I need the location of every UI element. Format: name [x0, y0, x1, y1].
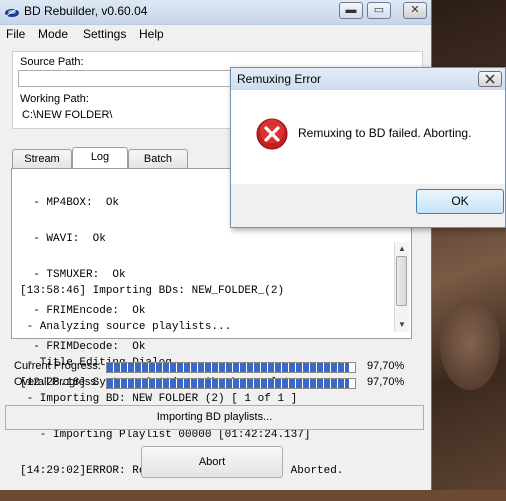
app-icon — [5, 7, 19, 17]
tab-stream[interactable]: Stream — [12, 149, 72, 169]
dialog-close-button[interactable] — [478, 71, 502, 87]
scroll-up-icon[interactable]: ▲ — [398, 244, 406, 253]
working-path-field[interactable]: C:\NEW FOLDER\ — [18, 106, 232, 123]
log-line: [13:58:46] Importing BDs: NEW_FOLDER_(2) — [20, 285, 285, 297]
log-line: - Importing BD: NEW FOLDER (2) [ 1 of 1 … — [20, 393, 298, 405]
title-bar: BD Rebuilder, v0.60.04 ▬ ▭ ✕ — [0, 0, 431, 25]
dialog-message: Remuxing to BD failed. Aborting. — [298, 126, 472, 140]
log-scrollbar[interactable]: ▲ ▼ — [394, 242, 409, 332]
current-progress-bar — [106, 362, 356, 373]
window-title: BD Rebuilder, v0.60.04 — [24, 4, 148, 18]
menu-file[interactable]: File — [6, 27, 25, 41]
ok-button[interactable]: OK — [416, 189, 504, 214]
overall-progress-label: Overall Progress: — [14, 376, 99, 388]
current-progress-fill — [107, 363, 350, 372]
source-path-field[interactable] — [18, 70, 232, 87]
status-box: Importing BD playlists... — [5, 405, 424, 430]
log-line: - Analyzing source playlists... — [20, 321, 232, 333]
working-path-label: Working Path: — [20, 93, 89, 105]
error-dialog: Remuxing Error Remuxing to BD failed. Ab… — [230, 67, 506, 228]
scroll-thumb[interactable] — [396, 256, 407, 306]
menu-bar: File Mode Settings Help — [0, 25, 431, 43]
overall-progress-percent: 97,70% — [367, 376, 405, 388]
log-line: - Importing Playlist 00000 [01:42:24.137… — [20, 429, 311, 441]
menu-settings[interactable]: Settings — [83, 27, 126, 41]
error-icon — [256, 118, 288, 150]
scroll-down-icon[interactable]: ▼ — [398, 320, 406, 329]
current-progress-label: Current Progress: — [14, 360, 101, 372]
maximize-button[interactable]: ▭ — [367, 2, 391, 19]
menu-help[interactable]: Help — [139, 27, 164, 41]
close-icon — [485, 74, 495, 84]
current-progress-percent: 97,70% — [367, 360, 405, 372]
close-button[interactable]: ✕ — [403, 2, 427, 19]
source-path-label: Source Path: — [20, 56, 84, 68]
dialog-title-bar: Remuxing Error — [231, 68, 505, 91]
background-shape — [440, 300, 500, 390]
log-line: - WAVI: Ok — [20, 233, 106, 245]
tab-batch[interactable]: Batch — [128, 149, 188, 169]
dialog-title: Remuxing Error — [237, 72, 322, 86]
overall-progress-bar — [106, 378, 356, 389]
minimize-button[interactable]: ▬ — [339, 2, 363, 19]
abort-button[interactable]: Abort — [141, 446, 283, 478]
menu-mode[interactable]: Mode — [38, 27, 68, 41]
overall-progress-fill — [107, 379, 350, 388]
tab-log[interactable]: Log — [72, 147, 128, 169]
